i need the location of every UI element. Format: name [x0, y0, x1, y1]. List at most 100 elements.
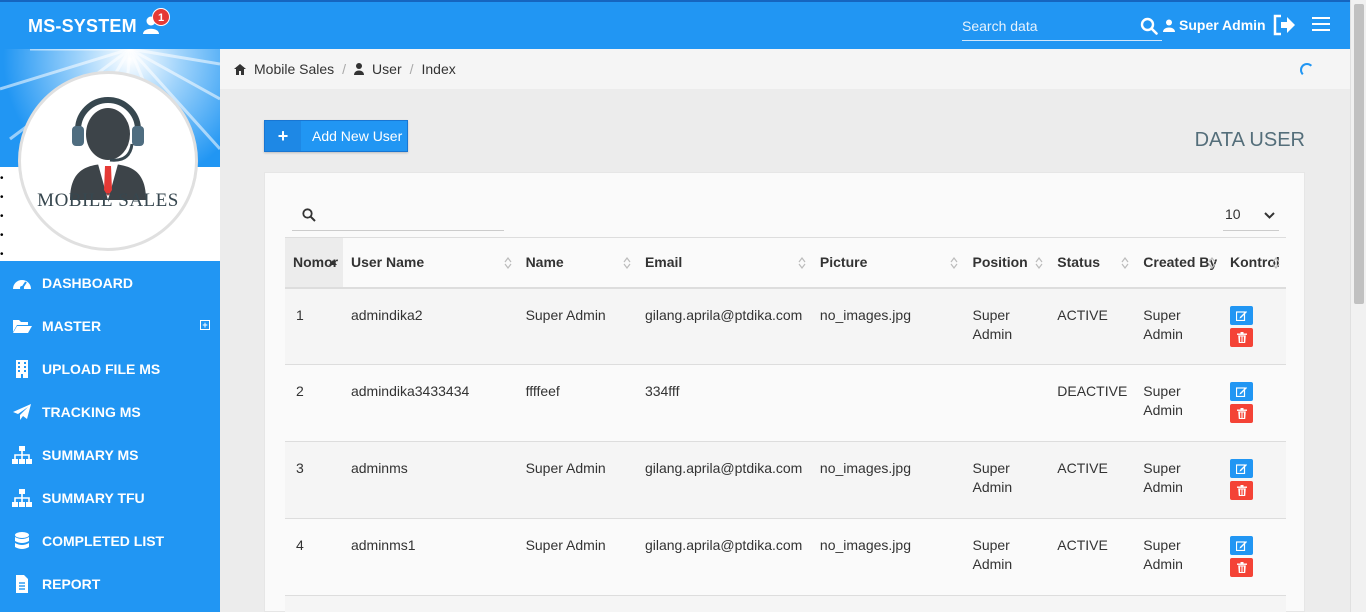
- column-header-kontrol[interactable]: Kontrol: [1222, 237, 1286, 289]
- page-length-select[interactable]: 10: [1223, 201, 1279, 231]
- trash-icon: [1236, 562, 1247, 573]
- sidebar-item-completed-list[interactable]: COMPLETED LIST: [0, 519, 220, 562]
- cell-user-name: adminms1: [342, 518, 518, 596]
- table-row: 4 adminms1 Super Admin gilang.aprila@ptdika…: [285, 518, 1286, 596]
- sidebar-item-dashboard[interactable]: DASHBOARD: [0, 261, 220, 304]
- sidebar-item-summary-tfu[interactable]: SUMMARY TFU: [0, 476, 220, 519]
- cell-kontrol: [1222, 441, 1286, 519]
- logout-icon[interactable]: [1272, 14, 1296, 36]
- expand-plus-icon[interactable]: +: [200, 320, 210, 330]
- table-search-input[interactable]: [322, 205, 492, 227]
- sort-icon: [504, 257, 512, 269]
- user-menu[interactable]: Super Admin: [1163, 17, 1266, 33]
- sidebar-item-summary-ms[interactable]: SUMMARY MS: [0, 433, 220, 476]
- page-length-value: 10: [1225, 206, 1241, 222]
- cell-user-name: admindika3433434: [342, 364, 518, 442]
- sidebar-item-upload-file-ms[interactable]: UPLOAD FILE MS: [0, 347, 220, 390]
- row-actions: [1230, 536, 1278, 577]
- edit-button[interactable]: [1230, 536, 1254, 555]
- column-header-status[interactable]: Status: [1049, 237, 1136, 289]
- sitemap-icon: [12, 445, 32, 464]
- empty-cell: [1222, 595, 1286, 612]
- cell-position: Super Admin: [964, 287, 1050, 365]
- edit-button[interactable]: [1230, 305, 1254, 325]
- cell-status: ACTIVE: [1049, 441, 1136, 519]
- column-header-position[interactable]: Position: [964, 237, 1050, 289]
- breadcrumb-section[interactable]: User: [372, 61, 402, 77]
- avatar: [18, 71, 198, 251]
- cell-email: gilang.aprila@ptdika.com: [636, 287, 812, 365]
- database-icon: [15, 531, 29, 549]
- page-scrollbar[interactable]: [1350, 0, 1366, 612]
- delete-button[interactable]: [1230, 481, 1254, 500]
- edit-button[interactable]: [1230, 382, 1254, 401]
- cell-name: Super Admin: [517, 441, 637, 519]
- sidebar-item-tracking-ms[interactable]: TRACKING MS: [0, 390, 220, 433]
- column-header-name[interactable]: Name: [517, 237, 637, 289]
- edit-button[interactable]: [1230, 459, 1254, 478]
- column-header-email[interactable]: Email: [636, 237, 812, 289]
- chevron-down-icon: [1264, 212, 1275, 219]
- breadcrumb-separator: /: [342, 61, 347, 77]
- search-icon[interactable]: [1140, 17, 1158, 35]
- cell-email: gilang.aprila@ptdika.com: [636, 518, 812, 596]
- sidebar-item-label: TRACKING MS: [42, 403, 141, 420]
- search-input[interactable]: [962, 13, 1132, 39]
- delete-button[interactable]: [1230, 404, 1254, 423]
- sitemap-icon: [12, 488, 32, 507]
- search-icon: [302, 208, 316, 222]
- column-header-created-by[interactable]: Created By: [1135, 237, 1223, 289]
- cell-created-by: Super Admin: [1135, 364, 1223, 442]
- breadcrumb-current: Index: [421, 61, 456, 77]
- sidebar-item-label: REPORT: [42, 575, 101, 592]
- file-text-icon: [16, 574, 28, 593]
- edit-icon: [1236, 310, 1248, 321]
- sidebar-item-label: UPLOAD FILE MS: [42, 360, 161, 377]
- empty-cell: [517, 595, 637, 612]
- edit-icon: [1236, 464, 1248, 474]
- delete-button[interactable]: [1230, 327, 1254, 347]
- sort-asc-icon: [328, 260, 337, 265]
- column-header-user-name[interactable]: User Name: [342, 237, 518, 289]
- delete-button[interactable]: [1230, 558, 1254, 577]
- data-card: 10 Nomor User Name Name Email Picture Po…: [264, 172, 1305, 612]
- breadcrumb-home[interactable]: Mobile Sales: [254, 61, 334, 77]
- sidebar-item-master[interactable]: MASTER +: [0, 304, 220, 347]
- add-new-user-button[interactable]: + Add New User: [264, 120, 408, 152]
- column-header-picture[interactable]: Picture: [811, 237, 965, 289]
- brand-title[interactable]: MS-SYSTEM: [28, 16, 137, 37]
- cell-picture: no_images.jpg: [811, 441, 965, 519]
- sidebar-item-label: MASTER: [42, 317, 102, 334]
- cell-picture: [811, 364, 965, 442]
- global-search: [962, 13, 1162, 41]
- plus-icon: +: [265, 121, 301, 151]
- cell-user-name: adminms: [342, 441, 518, 519]
- sidebar-item-report[interactable]: REPORT: [0, 562, 220, 605]
- empty-cell: [1049, 595, 1136, 612]
- page-title: DATA USER: [1194, 129, 1305, 151]
- sidebar-item-label: COMPLETED LIST: [42, 532, 165, 549]
- cell-kontrol: [1222, 287, 1286, 365]
- users-table: Nomor User Name Name Email Picture Posit…: [285, 237, 1286, 612]
- breadcrumb-separator: /: [409, 61, 414, 77]
- trash-icon: [1236, 485, 1247, 496]
- hamburger-menu-icon[interactable]: [1312, 16, 1330, 32]
- empty-cell: [285, 595, 343, 612]
- sort-icon: [623, 257, 631, 269]
- breadcrumb: Mobile Sales / User / Index: [220, 49, 1350, 89]
- scrollbar-thumb[interactable]: [1354, 4, 1364, 304]
- empty-cell: [811, 595, 965, 612]
- row-actions: [1230, 305, 1278, 347]
- cell-position: Super Admin: [964, 518, 1050, 596]
- table-row: 1 admindika2 Super Admin gilang.aprila@ptdi…: [285, 287, 1286, 365]
- table-row-partial: [285, 595, 1286, 612]
- sidebar-item-label: DASHBOARD: [42, 274, 133, 291]
- column-header-nomor[interactable]: Nomor: [285, 237, 343, 289]
- sort-icon: [1121, 257, 1129, 269]
- profile-label: MOBILE SALES: [37, 190, 179, 211]
- user-icon: [354, 63, 365, 75]
- cell-created-by: Super Admin: [1135, 441, 1223, 519]
- bullet-list-decoration: • • • • •: [0, 173, 4, 260]
- user-name-label: Super Admin: [1179, 17, 1266, 33]
- headset-agent-icon: [70, 97, 146, 200]
